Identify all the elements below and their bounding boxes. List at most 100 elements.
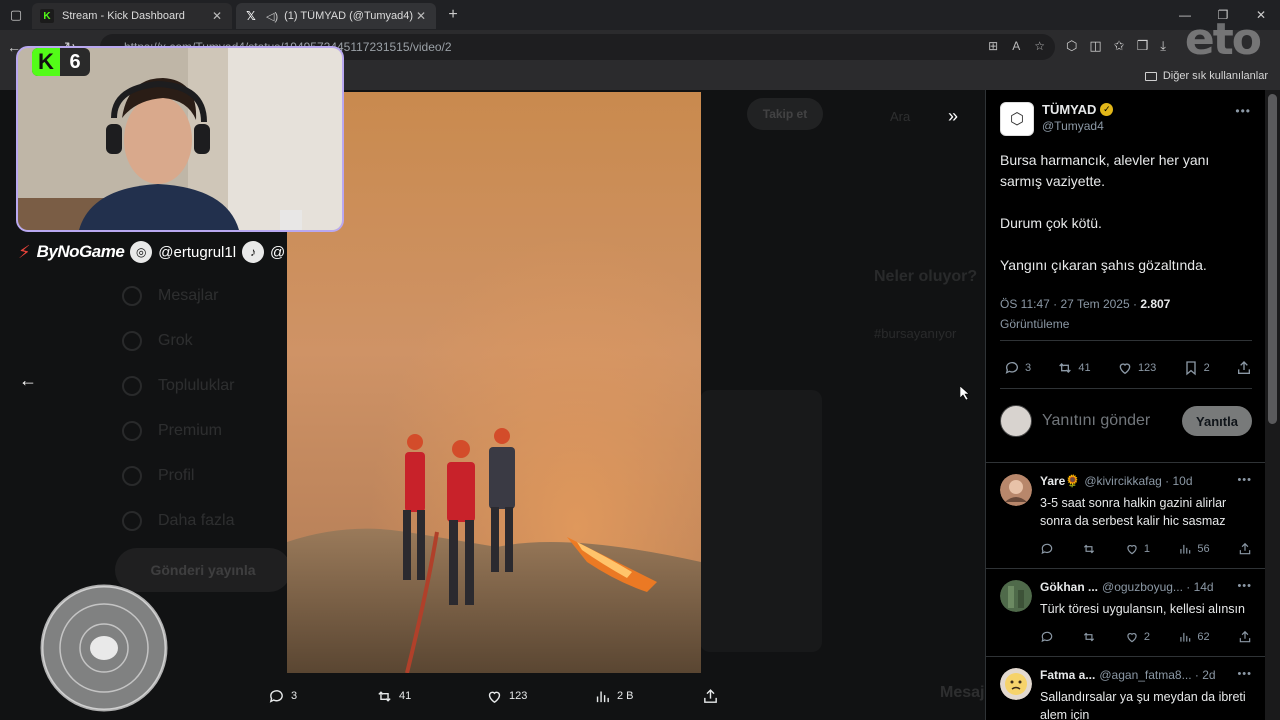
bookmark-icon [1185,361,1196,376]
video-reply-button[interactable]: 3 [268,688,376,705]
divider [1000,388,1252,389]
stream-socials: ⚡ ByNoGame ◎ @ertugrul1l ♪ @ [18,240,285,264]
download-icon[interactable]: ⤓ [1160,38,1166,54]
tweet-detail-panel: ⬡ TÜMYAD ✓ @Tumyad4 ••• Bursa harmancık,… [985,90,1265,720]
divider [1000,340,1252,341]
reply-author-name[interactable]: Gökhan ... [1040,580,1098,594]
reply-view-count: 62 [1197,631,1210,643]
like-count: 123 [509,690,528,702]
dim-follow-button: Takip et [747,98,823,130]
reply-more-icon[interactable]: ••• [1237,474,1252,486]
dim-nav-item: Premium [122,420,235,441]
expand-panel-icon[interactable]: » [948,106,958,127]
tweet-views-label: Görüntüleme [1000,317,1070,331]
reply-item[interactable]: Gökhan ... @oguzboyug... · 14d ••• Türk … [1000,580,1252,650]
tweet-line: Durum çok kötü. [1000,215,1102,231]
split-screen-icon[interactable]: ◫ [1089,38,1101,54]
watermark-logo: eto [1184,14,1262,65]
reply-author-name[interactable]: Fatma a... [1040,668,1095,682]
reply-author-name[interactable]: Yare🌻 [1040,474,1080,488]
reply-like-button[interactable]: 1 [1125,542,1150,556]
tab-kick-dashboard[interactable]: K Stream - Kick Dashboard ✕ [32,3,232,29]
tweet-author[interactable]: ⬡ TÜMYAD ✓ @Tumyad4 [1000,102,1114,136]
reply-views-button[interactable]: 56 [1178,542,1210,556]
reply-button[interactable]: 3 [1004,360,1031,376]
views-chart-icon [596,691,609,702]
dim-nav-item: Profil [122,465,235,486]
reply-like-button[interactable]: 2 [1125,630,1150,644]
video-share-button[interactable] [702,688,719,705]
video-repost-button[interactable]: 41 [376,688,486,705]
reply-avatar[interactable] [1000,474,1032,506]
video-like-button[interactable]: 123 [486,688,594,705]
reply-share-button[interactable] [1238,542,1252,556]
section-separator [986,656,1265,657]
reply-reply-button[interactable] [1040,630,1054,644]
dim-nav-icon [122,465,142,486]
tweet-timestamp[interactable]: ÖS 11:47 · 27 Tem 2025 · [1000,297,1137,311]
video-action-bar: 3 41 123 2 B [268,684,728,708]
reply-input[interactable]: Yanıtını gönder [1042,412,1182,430]
extensions-icon[interactable]: ⬡ [1066,38,1077,54]
reply-header: Yare🌻 @kivircikkafag · 10d [1040,474,1252,488]
reply-repost-button[interactable] [1082,630,1096,644]
more-options-icon[interactable]: ••• [1235,104,1251,118]
tweet-line: Bursa harmancık, alevler her yanı sarmış… [1000,152,1210,189]
favorite-star-icon[interactable]: ☆ [1034,39,1045,53]
collections-icon[interactable]: ❒ [1137,38,1149,54]
author-handle: @Tumyad4 [1042,119,1104,133]
views-chart-icon [1180,544,1191,554]
share-icon [1239,630,1251,643]
new-tab-button[interactable]: + [440,6,466,24]
video-player[interactable] [287,92,701,673]
reply-item[interactable]: Fatma a... @agan_fatma8... · 2d ••• Sall… [1000,668,1252,720]
scrollbar-thumb[interactable] [1268,94,1277,424]
tiktok-handle: @ [270,243,286,261]
reply-more-icon[interactable]: ••• [1237,668,1252,680]
author-name-row: TÜMYAD ✓ [1042,102,1114,117]
user-avatar[interactable] [1000,405,1032,437]
tab-x-tumyad[interactable]: 𝕏 ◁) (1) TÜMYAD (@Tumyad4) / X ✕ [236,3,436,29]
instagram-icon: ◎ [130,241,153,263]
reply-avatar[interactable] [1000,668,1032,700]
read-aloud-icon[interactable]: A [1012,39,1020,53]
reply-icon [269,689,283,703]
x-favicon-icon: 𝕏 [246,9,256,23]
reply-repost-button[interactable] [1082,542,1096,556]
reply-avatar[interactable] [1000,580,1032,612]
dim-nav-label: Profil [158,466,195,484]
apps-icon[interactable]: ⊞ [988,39,998,53]
bookmark-button[interactable]: 2 [1183,360,1210,376]
author-avatar[interactable]: ⬡ [1000,102,1034,136]
panel-scrollbar[interactable] [1265,90,1280,720]
repost-icon [378,690,391,702]
reply-stats: 2 62 [1040,630,1252,644]
share-button[interactable] [1236,360,1252,376]
like-button[interactable]: 123 [1117,360,1156,376]
repost-icon [1059,363,1072,373]
bookmark-count: 2 [1203,362,1210,374]
close-tab-icon[interactable]: ✕ [210,9,224,23]
other-favorites-folder[interactable]: Diğer sık kullanılanlar [1144,70,1268,82]
favorites-icon[interactable]: ✩ [1114,38,1125,54]
browser-tab-bar: ▢ K Stream - Kick Dashboard ✕ 𝕏 ◁) (1) T… [0,0,1280,30]
reply-submit-button[interactable]: Yanıtla [1182,406,1252,436]
repost-count: 41 [399,690,412,702]
reply-views-button[interactable]: 62 [1178,630,1210,644]
tweet-view-count: 2.807 [1140,297,1171,311]
dim-left-nav: Mesajlar Grok Topluluklar Premium Profil… [122,285,235,531]
video-views-button[interactable]: 2 B [594,688,702,705]
reply-more-icon[interactable]: ••• [1237,580,1252,592]
close-tab-icon[interactable]: ✕ [414,9,428,23]
speaker-icon[interactable]: ◁) [266,10,278,23]
repost-button[interactable]: 41 [1057,360,1091,376]
reply-item[interactable]: Yare🌻 @kivircikkafag · 10d ••• 3-5 saat … [1000,474,1252,560]
reply-like-count: 2 [1143,631,1150,643]
reply-share-button[interactable] [1238,630,1252,644]
tab-actions-icon[interactable]: ▢ [0,0,32,30]
reply-reply-button[interactable] [1040,542,1054,556]
close-media-back-icon[interactable]: ← [18,370,38,391]
reply-text: Sallandırsalar ya şu meydan da ibreti al… [1040,690,1246,720]
reply-count: 3 [291,690,298,702]
tab-title: Stream - Kick Dashboard [62,10,185,22]
